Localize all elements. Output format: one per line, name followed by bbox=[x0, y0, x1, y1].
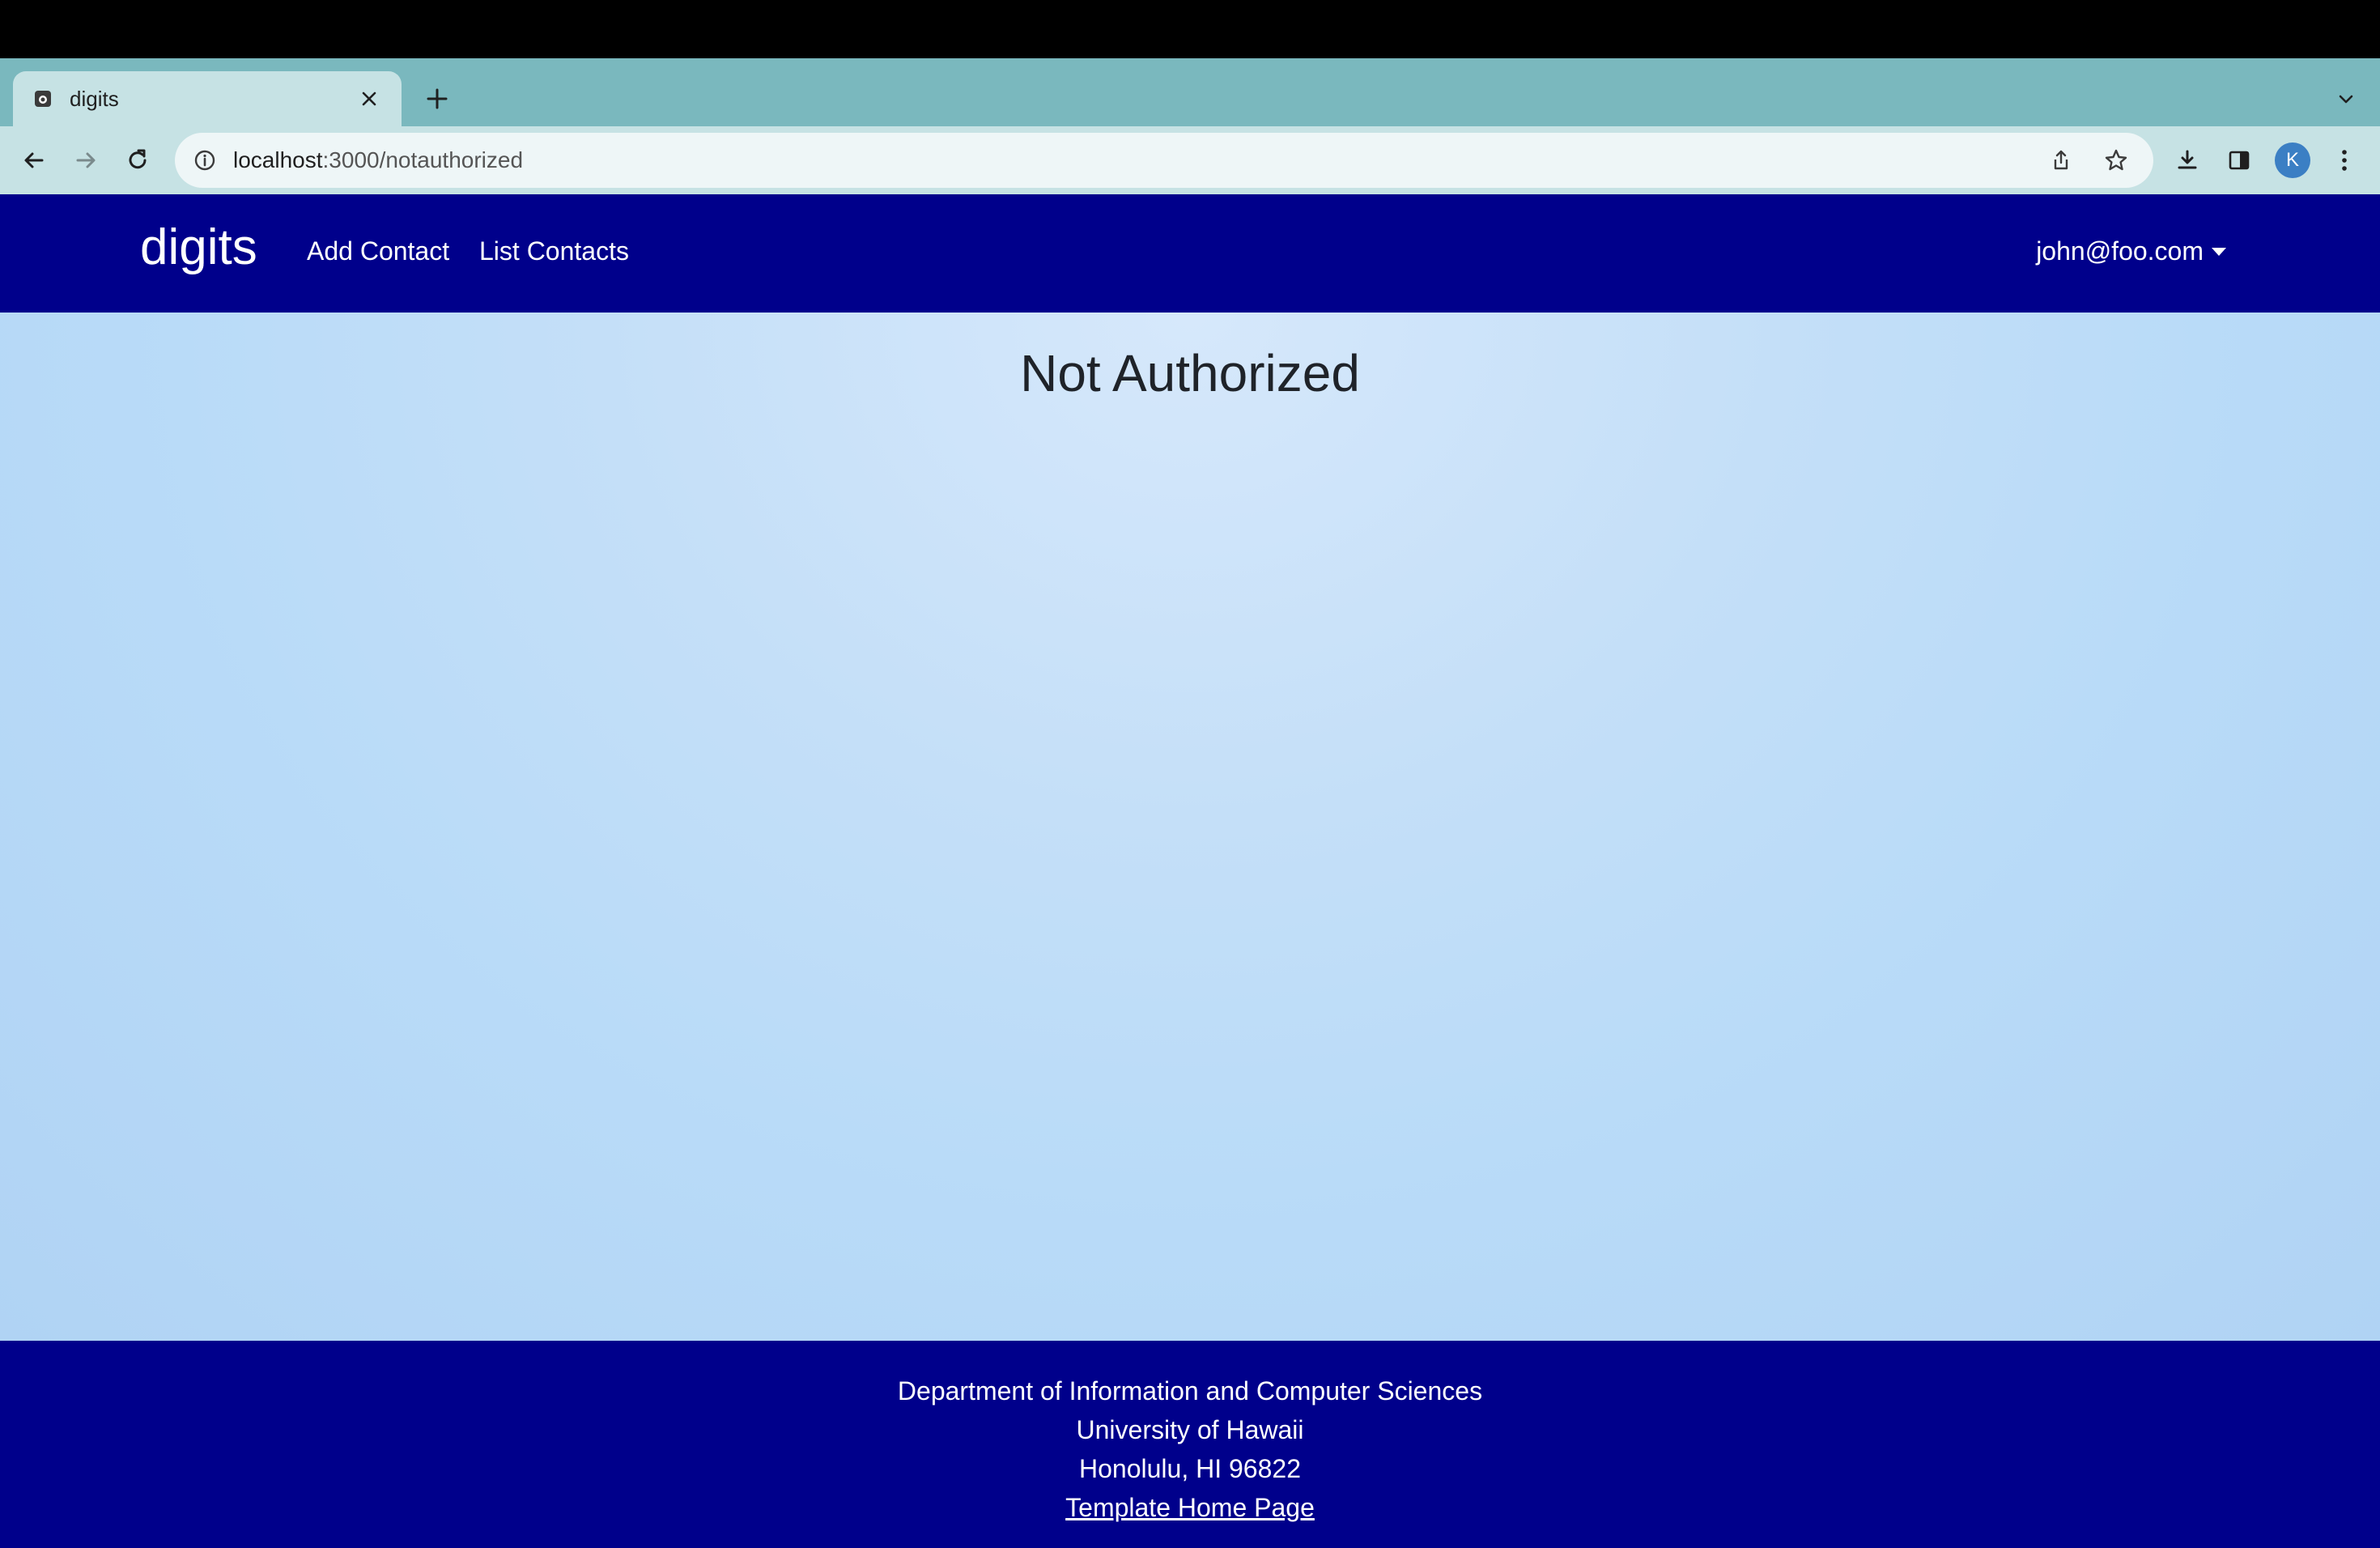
browser-toolbar: localhost:3000/notauthorized K bbox=[0, 126, 2380, 194]
kebab-menu-icon[interactable] bbox=[2325, 141, 2364, 180]
chevron-down-icon[interactable] bbox=[2331, 84, 2361, 113]
footer-address: Department of Information and Computer S… bbox=[0, 1372, 2380, 1527]
system-top-bar bbox=[0, 0, 2380, 58]
page-title: Not Authorized bbox=[1020, 344, 1360, 402]
address-bar-actions bbox=[2042, 141, 2136, 180]
brand-link[interactable]: digits bbox=[140, 219, 257, 276]
favicon-icon bbox=[32, 88, 53, 109]
caret-down-icon bbox=[2212, 247, 2226, 256]
info-icon[interactable] bbox=[191, 147, 219, 174]
reload-icon[interactable] bbox=[118, 141, 157, 180]
url-text: localhost:3000/notauthorized bbox=[233, 147, 523, 173]
footer-department: Department of Information and Computer S… bbox=[897, 1376, 1483, 1406]
sidepanel-icon[interactable] bbox=[2220, 141, 2259, 180]
site-footer: Department of Information and Computer S… bbox=[0, 1341, 2380, 1548]
download-icon[interactable] bbox=[2168, 141, 2207, 180]
main-content: Not Authorized bbox=[0, 313, 2380, 1341]
browser-tab[interactable]: digits bbox=[13, 71, 402, 126]
url-path: :3000/notauthorized bbox=[322, 147, 524, 172]
plus-icon[interactable] bbox=[421, 83, 453, 115]
close-icon[interactable] bbox=[356, 86, 382, 112]
profile-avatar[interactable]: K bbox=[2275, 142, 2310, 178]
share-icon[interactable] bbox=[2042, 141, 2080, 180]
address-bar[interactable]: localhost:3000/notauthorized bbox=[175, 133, 2153, 188]
user-email: john@foo.com bbox=[2036, 236, 2204, 266]
nav-list-contacts[interactable]: List Contacts bbox=[479, 236, 629, 266]
tab-title: digits bbox=[70, 86, 119, 111]
back-icon[interactable] bbox=[15, 141, 53, 180]
user-dropdown[interactable]: john@foo.com bbox=[2036, 236, 2226, 266]
nav-add-contact[interactable]: Add Contact bbox=[307, 236, 449, 266]
template-home-link[interactable]: Template Home Page bbox=[1065, 1493, 1315, 1522]
forward-icon[interactable] bbox=[66, 141, 105, 180]
url-host: localhost bbox=[233, 147, 323, 172]
star-icon[interactable] bbox=[2097, 141, 2136, 180]
browser-tabstrip: digits bbox=[0, 58, 2380, 126]
site-navbar: digits Add Contact List Contacts john@fo… bbox=[0, 194, 2380, 313]
footer-university: University of Hawaii bbox=[1076, 1415, 1304, 1444]
footer-city: Honolulu, HI 96822 bbox=[1079, 1454, 1301, 1483]
